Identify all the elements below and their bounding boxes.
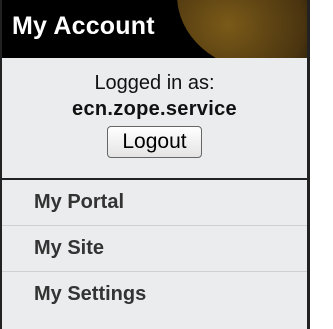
username-display: ecn.zope.service <box>72 98 237 120</box>
logout-button[interactable]: Logout <box>107 126 202 158</box>
nav-item-my-site[interactable]: My Site <box>2 226 307 272</box>
portlet-title: My Account <box>12 12 155 40</box>
portlet-header: My Account <box>2 0 307 58</box>
nav-item-my-portal[interactable]: My Portal <box>2 180 307 226</box>
login-status-section: Logged in as: ecn.zope.service Logout <box>2 58 307 180</box>
nav-item-my-settings[interactable]: My Settings <box>2 272 307 317</box>
header-decoration <box>177 0 307 58</box>
my-account-portlet: My Account Logged in as: ecn.zope.servic… <box>0 0 310 329</box>
logged-in-label: Logged in as: <box>94 72 215 94</box>
account-nav: My Portal My Site My Settings <box>2 180 307 317</box>
